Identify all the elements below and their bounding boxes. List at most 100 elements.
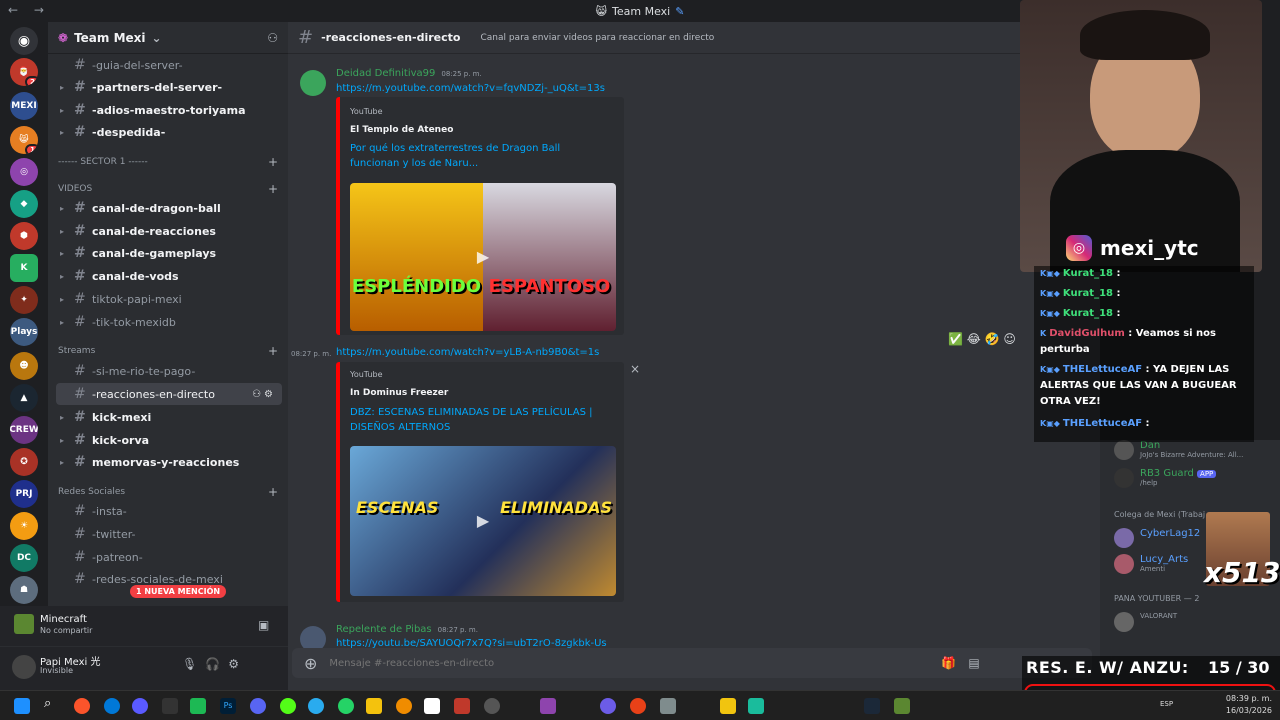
taskbar-clock[interactable]: 08:39 p. m. 16/03/2026: [1226, 693, 1272, 717]
channel-item[interactable]: ▸ # canal-de-vods: [56, 265, 282, 287]
member-item[interactable]: VALORANT: [1114, 612, 1177, 632]
app-icon[interactable]: [454, 698, 470, 714]
member-item[interactable]: RB3 Guard APP/help: [1114, 468, 1217, 488]
app-icon[interactable]: [540, 698, 556, 714]
channel-item[interactable]: ▸ # -despedida-: [56, 121, 282, 143]
avatar[interactable]: [12, 655, 36, 679]
telegram-icon[interactable]: [308, 698, 324, 714]
channel-item[interactable]: ▸ # canal-de-gameplays: [56, 242, 282, 264]
windows-start-icon[interactable]: [14, 698, 30, 714]
embed-title[interactable]: DBZ: ESCENAS ELIMINADAS DE LAS PELÍCULAS…: [350, 405, 606, 435]
message-link[interactable]: https://m.youtube.com/watch?v=fqvNDZj-_u…: [336, 83, 605, 94]
server-icon[interactable]: 😸 1: [10, 126, 38, 154]
gift-icon[interactable]: 🎁: [941, 656, 968, 670]
folder-icon[interactable]: [366, 698, 382, 714]
play-icon[interactable]: ▶: [470, 247, 496, 267]
app-icon[interactable]: [600, 698, 616, 714]
server-icon[interactable]: PRJ: [10, 480, 38, 508]
nav-arrows[interactable]: ← →: [8, 3, 50, 17]
add-attachment-icon[interactable]: ⊕: [304, 654, 317, 673]
server-icon[interactable]: ✦: [10, 286, 38, 314]
brave-icon[interactable]: [74, 698, 90, 714]
app-icon[interactable]: [660, 698, 676, 714]
server-icon[interactable]: MEXI: [10, 92, 38, 120]
channel-topic[interactable]: Canal para enviar videos para reaccionar…: [480, 33, 714, 43]
channel-item[interactable]: ▸ # memorvas-y-reacciones: [56, 451, 282, 473]
app-icon[interactable]: [162, 698, 178, 714]
video-thumbnail[interactable]: ESCENAS ELIMINADAS ▶: [350, 446, 616, 596]
member-item[interactable]: CyberLag12: [1114, 528, 1200, 548]
avatar[interactable]: [300, 70, 326, 96]
server-icon[interactable]: ◎: [10, 158, 38, 186]
app-icon[interactable]: [748, 698, 764, 714]
category-streams[interactable]: Streams +: [58, 342, 278, 360]
headphones-icon[interactable]: 🎧: [205, 657, 228, 671]
channel-item[interactable]: # -twitter-: [56, 523, 282, 545]
server-icon[interactable]: CREW: [10, 416, 38, 444]
channel-item[interactable]: # -patreon-: [56, 546, 282, 568]
channel-item[interactable]: ▸ # canal-de-dragon-ball: [56, 197, 282, 219]
server-icon[interactable]: ⬢: [10, 222, 38, 250]
reaction-bar[interactable]: ✅ 😂 🤣 ☺: [948, 332, 1016, 346]
server-icon[interactable]: ☗: [10, 576, 38, 604]
channel-item[interactable]: # -si-me-rio-te-pago-: [56, 360, 282, 382]
add-channel-icon[interactable]: +: [268, 182, 278, 196]
add-channel-icon[interactable]: +: [268, 485, 278, 499]
server-icon[interactable]: ▲: [10, 384, 38, 412]
gear-icon[interactable]: ⚙: [228, 657, 247, 671]
vpn-icon[interactable]: [132, 698, 148, 714]
embed-title[interactable]: Por qué los extraterrestres de Dragon Ba…: [350, 141, 606, 171]
embed-author[interactable]: El Templo de Ateneo: [350, 125, 453, 135]
add-member-icon[interactable]: ⚇: [267, 31, 278, 45]
edge-icon[interactable]: [104, 698, 120, 714]
channel-item[interactable]: ▸ # kick-orva: [56, 429, 282, 451]
whatsapp-icon[interactable]: [338, 698, 354, 714]
category-sector[interactable]: ------ SECTOR 1 ------ +: [58, 153, 278, 171]
app-icon[interactable]: [630, 698, 646, 714]
message-input[interactable]: [329, 657, 930, 669]
channel-item[interactable]: ▸ # kick-mexi: [56, 406, 282, 428]
app-icon[interactable]: [720, 698, 736, 714]
photoshop-icon[interactable]: Ps: [220, 698, 236, 714]
category-redes[interactable]: Redes Sociales +: [58, 483, 278, 501]
steam-icon[interactable]: [864, 698, 880, 714]
embed-author[interactable]: In Dominus Freezer: [350, 388, 448, 398]
discord-home-icon[interactable]: ◉: [10, 27, 38, 55]
kick-server-icon[interactable]: K: [10, 254, 38, 282]
server-icon[interactable]: ☀: [10, 512, 38, 540]
gif-icon[interactable]: ▤: [968, 656, 991, 670]
channel-item[interactable]: # -guia-del-server-: [56, 54, 282, 76]
channel-item-active[interactable]: # -reacciones-en-directo ⚇⚙: [56, 383, 282, 405]
discord-taskbar-icon[interactable]: [250, 698, 266, 714]
add-channel-icon[interactable]: +: [268, 155, 278, 169]
search-icon[interactable]: ⌕: [44, 696, 60, 712]
server-icon[interactable]: DC: [10, 544, 38, 572]
language-indicator[interactable]: ESP: [1160, 700, 1173, 708]
server-icon[interactable]: Plays: [10, 318, 38, 346]
member-item[interactable]: Lucy_Arts Amenti: [1114, 554, 1188, 574]
category-videos[interactable]: VIDEOS +: [58, 180, 278, 198]
channel-settings-icons[interactable]: ⚇⚙: [252, 389, 276, 400]
channel-item[interactable]: ▸ # canal-de-reacciones: [56, 220, 282, 242]
play-icon[interactable]: ▶: [470, 511, 496, 531]
member-item[interactable]: Dan JoJo's Bizarre Adventure: All...: [1114, 440, 1243, 460]
microphone-icon[interactable]: 🎙: [182, 657, 205, 671]
channel-item[interactable]: ▸ # -adios-maestro-toriyama: [56, 99, 282, 121]
channel-item[interactable]: ▸ # -tik-tok-mexidb: [56, 311, 282, 333]
minecraft-taskbar-icon[interactable]: [894, 698, 910, 714]
server-icon[interactable]: ✪: [10, 448, 38, 476]
message-author[interactable]: Repelente de Pibas 08:27 p. m.: [336, 624, 478, 635]
app-icon[interactable]: [280, 698, 296, 714]
server-icon[interactable]: ◆: [10, 190, 38, 218]
channel-item[interactable]: ▸ # -partners-del-server-: [56, 76, 282, 98]
message-author[interactable]: Deidad Definitiva99 08:25 p. m.: [336, 68, 482, 79]
app-icon[interactable]: [190, 698, 206, 714]
guild-header[interactable]: ❁ Team Mexi ⌄ ⚇: [48, 22, 288, 54]
obs-icon[interactable]: [484, 698, 500, 714]
server-icon[interactable]: 🎅 2: [10, 58, 38, 86]
message-link[interactable]: https://m.youtube.com/watch?v=yLB-A-nb9B…: [336, 347, 599, 358]
channel-item[interactable]: ▸ # tiktok-papi-mexi: [56, 288, 282, 310]
new-mention-badge[interactable]: 1 NUEVA MENCIÓN: [130, 585, 227, 598]
close-icon[interactable]: ×: [630, 362, 640, 376]
message-link[interactable]: https://youtu.be/SAYUOQr7x7Q?si=ubT2rO-8…: [336, 638, 607, 648]
